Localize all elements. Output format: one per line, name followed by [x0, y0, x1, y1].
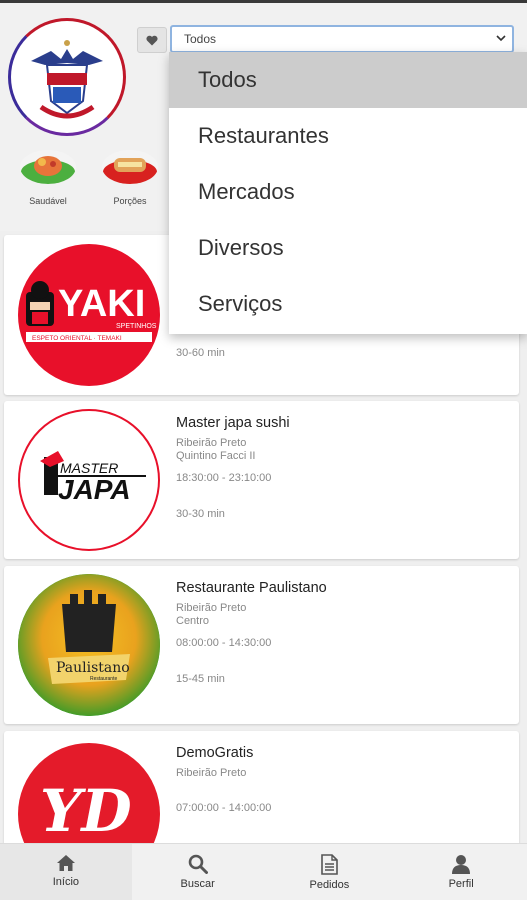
home-icon: [56, 855, 75, 871]
restaurant-card-demogratis[interactable]: YD DemoGratis Ribeirão Preto 07:00:00 - …: [4, 731, 519, 846]
paulistano-logo-sub: Restaurante: [90, 676, 117, 682]
tab-label: Pedidos: [309, 879, 350, 891]
search-icon: [188, 854, 208, 874]
portions-image: [102, 150, 158, 184]
japa-logo-text: JAPA: [58, 474, 131, 505]
yaki-logo-sub: SPETINHOS: [116, 323, 157, 330]
restaurant-eta: 30-30 min: [176, 508, 225, 520]
document-icon: [321, 854, 339, 875]
restaurant-eta: 15-45 min: [176, 673, 225, 685]
restaurant-logo: YAKI SPETINHOS ESPETO ORIENTAL · TEMAKI: [18, 244, 160, 386]
yd-logo-text: YD: [40, 777, 132, 845]
restaurant-eta: 30-60 min: [176, 347, 225, 359]
restaurant-hours: 18:30:00 - 23:10:00: [176, 472, 272, 484]
dropdown-option-restaurantes[interactable]: Restaurantes: [169, 108, 527, 164]
category-filter-select[interactable]: Todos: [170, 25, 514, 53]
yaki-logo-text: YAKI: [58, 283, 145, 325]
dropdown-option-mercados[interactable]: Mercados: [169, 164, 527, 220]
dropdown-option-servicos[interactable]: Serviços: [169, 276, 527, 332]
restaurant-city: Ribeirão Preto: [176, 602, 247, 614]
restaurant-name: Master japa sushi: [176, 415, 290, 431]
restaurant-city: Ribeirão Preto: [176, 437, 247, 449]
restaurant-logo: YD: [18, 743, 160, 846]
restaurant-name: DemoGratis: [176, 745, 254, 761]
category-porcoes[interactable]: Porções: [100, 150, 160, 206]
restaurant-card-paulistano[interactable]: Paulistano Restaurante Restaurante Pauli…: [4, 566, 519, 724]
tab-inicio[interactable]: Início: [0, 844, 132, 900]
heart-icon: [146, 35, 158, 45]
restaurant-district: Quintino Facci II: [176, 450, 256, 462]
filter-dropdown-menu: Todos Restaurantes Mercados Diversos Ser…: [169, 52, 527, 334]
tab-label: Buscar: [180, 878, 215, 890]
restaurant-hours: 08:00:00 - 14:30:00: [176, 637, 272, 649]
tab-buscar[interactable]: Buscar: [132, 844, 264, 900]
paulistano-logo-text: Paulistano: [56, 660, 130, 676]
bottom-tab-bar: Início Buscar Pedidos Perfil: [0, 843, 527, 900]
restaurant-name: Restaurante Paulistano: [176, 580, 327, 596]
category-label: Porções: [113, 196, 147, 206]
restaurant-logo: Paulistano Restaurante: [18, 574, 160, 716]
restaurant-logo: MASTER JAPA: [18, 409, 160, 551]
tab-perfil[interactable]: Perfil: [395, 844, 527, 900]
restaurant-city: Ribeirão Preto: [176, 767, 247, 779]
yaki-logo-sub2: ESPETO ORIENTAL · TEMAKI: [32, 335, 122, 342]
filter-selected-value: Todos: [184, 32, 217, 46]
restaurant-card-master-japa[interactable]: MASTER JAPA Master japa sushi Ribeirão P…: [4, 401, 519, 559]
chevron-down-icon: [496, 35, 506, 42]
tab-pedidos[interactable]: Pedidos: [264, 844, 396, 900]
dropdown-option-todos[interactable]: Todos: [169, 52, 527, 108]
salad-image: [20, 150, 76, 184]
restaurant-district: Centro: [176, 615, 210, 627]
tab-label: Início: [52, 876, 80, 888]
restaurant-hours: 07:00:00 - 14:00:00: [176, 802, 272, 814]
favorites-button[interactable]: [137, 27, 167, 53]
category-saudavel[interactable]: Saudável: [18, 150, 78, 206]
dropdown-option-diversos[interactable]: Diversos: [169, 220, 527, 276]
tab-label: Perfil: [448, 878, 474, 890]
category-label: Saudável: [29, 196, 67, 206]
user-icon: [452, 855, 471, 874]
app-logo: [8, 18, 126, 136]
